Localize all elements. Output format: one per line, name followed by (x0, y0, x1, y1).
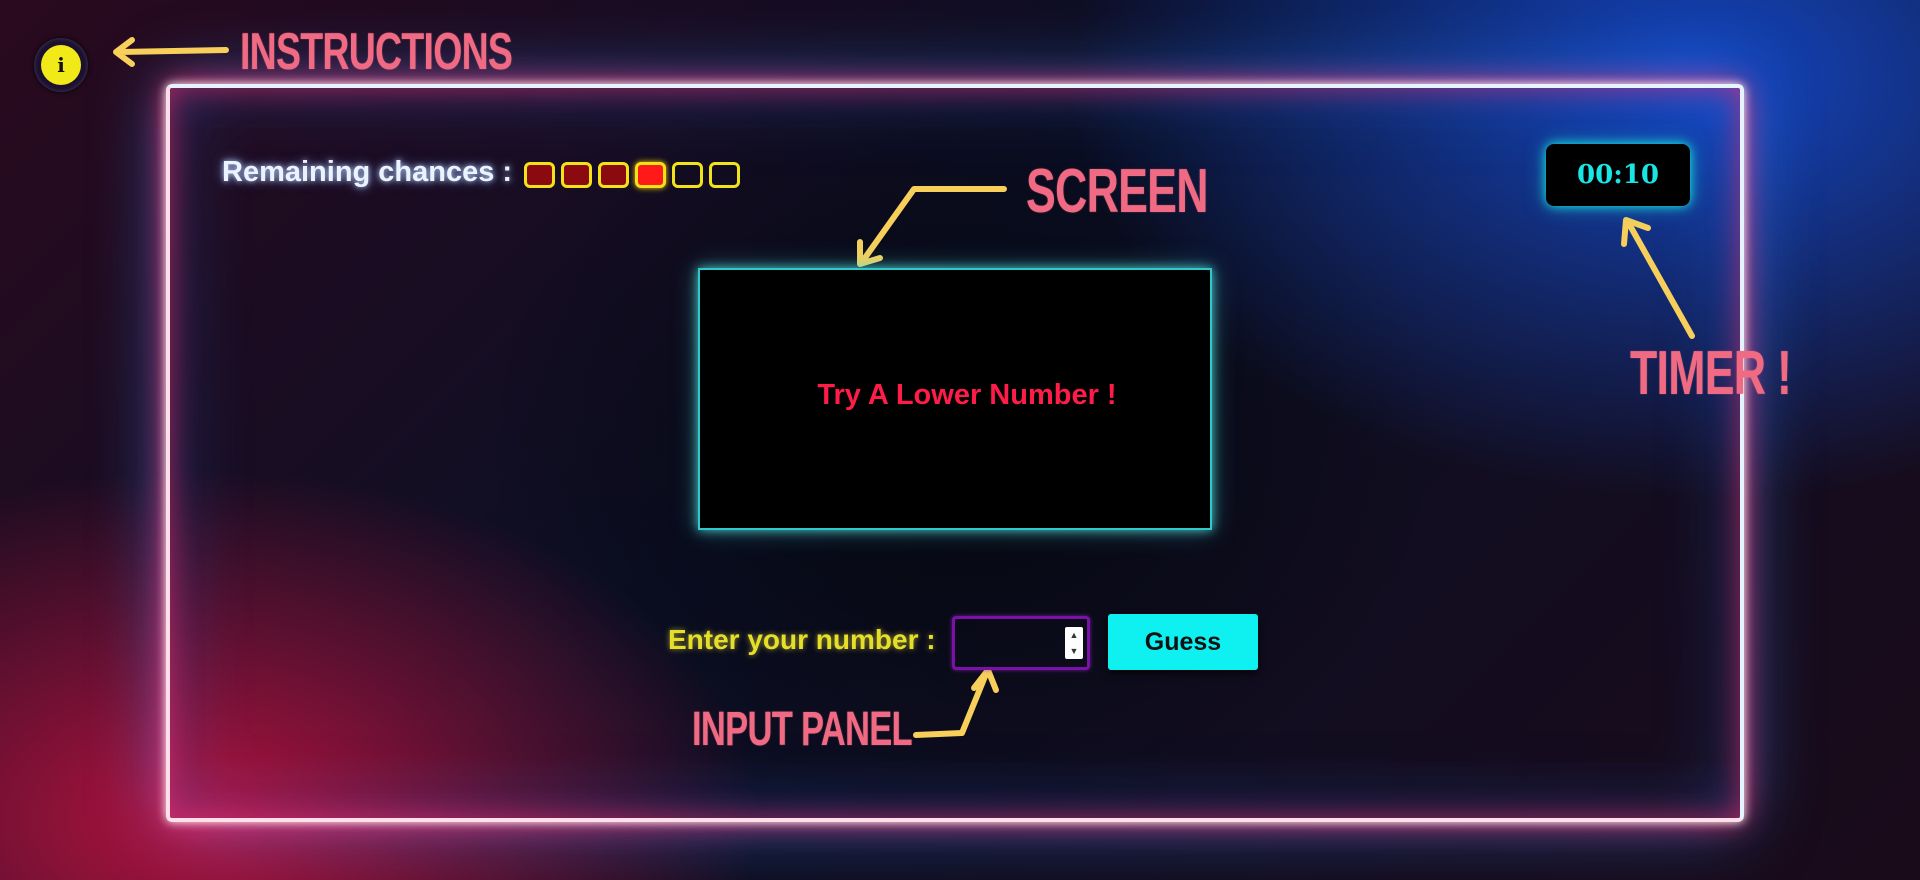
remaining-chances-indicator (524, 162, 740, 188)
info-icon: i (41, 45, 81, 85)
chance-box (598, 162, 629, 188)
remaining-chances-label: Remaining chances : (222, 156, 513, 188)
annotation-input-panel: INPUT PANEL (692, 703, 913, 756)
chance-box (709, 162, 740, 188)
number-stepper[interactable]: ▲ ▼ (1065, 627, 1083, 659)
annotation-screen: SCREEN (1026, 157, 1208, 226)
instructions-arrow (113, 37, 229, 67)
chance-box (561, 162, 592, 188)
chance-box (672, 162, 703, 188)
stepper-down-icon[interactable]: ▼ (1070, 646, 1079, 656)
stepper-up-icon[interactable]: ▲ (1070, 630, 1079, 640)
input-panel-arrow (913, 667, 999, 738)
timer-arrow (1621, 217, 1695, 339)
number-input-label: Enter your number : (668, 624, 936, 655)
timer-value: 00:10 (1577, 160, 1659, 190)
screen-arrow (857, 186, 1007, 267)
message-screen: Try A Lower Number ! (698, 268, 1212, 530)
timer-display: 00:10 (1546, 144, 1690, 206)
number-input[interactable]: ▲ ▼ (952, 616, 1090, 670)
chance-box (635, 162, 666, 188)
annotation-instructions: INSTRUCTIONS (240, 23, 513, 81)
screen-message: Try A Lower Number ! (817, 378, 1117, 411)
chance-box (524, 162, 555, 188)
guess-button[interactable]: Guess (1108, 614, 1258, 670)
annotation-timer: TIMER ! (1630, 339, 1792, 408)
info-button[interactable]: i (34, 38, 88, 92)
